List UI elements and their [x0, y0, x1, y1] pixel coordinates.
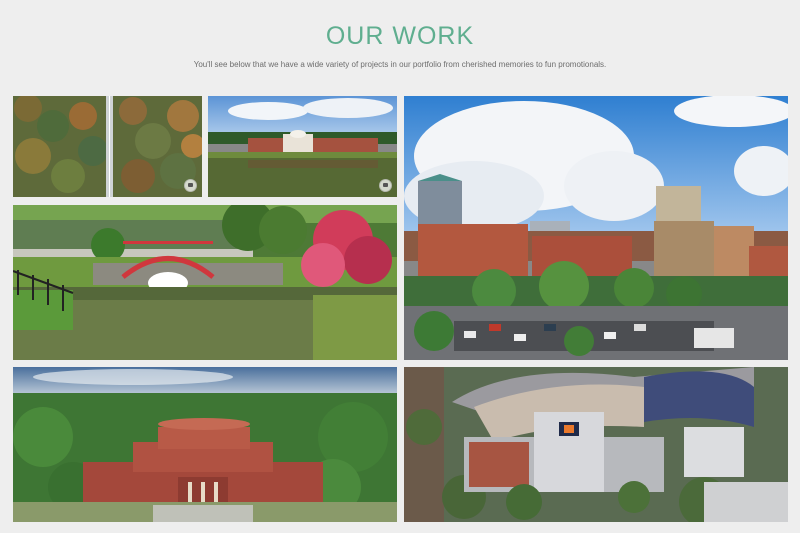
gallery-item-museum-pond[interactable]	[208, 96, 397, 197]
gallery-item-stadium-aerial[interactable]	[404, 367, 788, 522]
red-bridge-garden-image	[13, 205, 397, 360]
city-skyline-image	[404, 96, 788, 360]
forest-road-aerial-image	[13, 96, 202, 197]
gallery-item-red-bridge-garden[interactable]	[13, 205, 397, 360]
camera-icon[interactable]	[379, 179, 392, 192]
section-subtitle: You'll see below that we have a wide var…	[193, 60, 607, 69]
gallery-item-forest-road[interactable]	[13, 96, 202, 197]
our-work-section: OUR WORK You'll see below that we have a…	[0, 0, 800, 533]
rotunda-building-image	[13, 367, 397, 522]
gallery-item-city-skyline[interactable]	[404, 96, 788, 360]
stadium-aerial-image	[404, 367, 788, 522]
gallery-item-rotunda-building[interactable]	[13, 367, 397, 522]
camera-icon[interactable]	[184, 179, 197, 192]
museum-pond-image	[208, 96, 397, 197]
section-title: OUR WORK	[325, 22, 475, 50]
